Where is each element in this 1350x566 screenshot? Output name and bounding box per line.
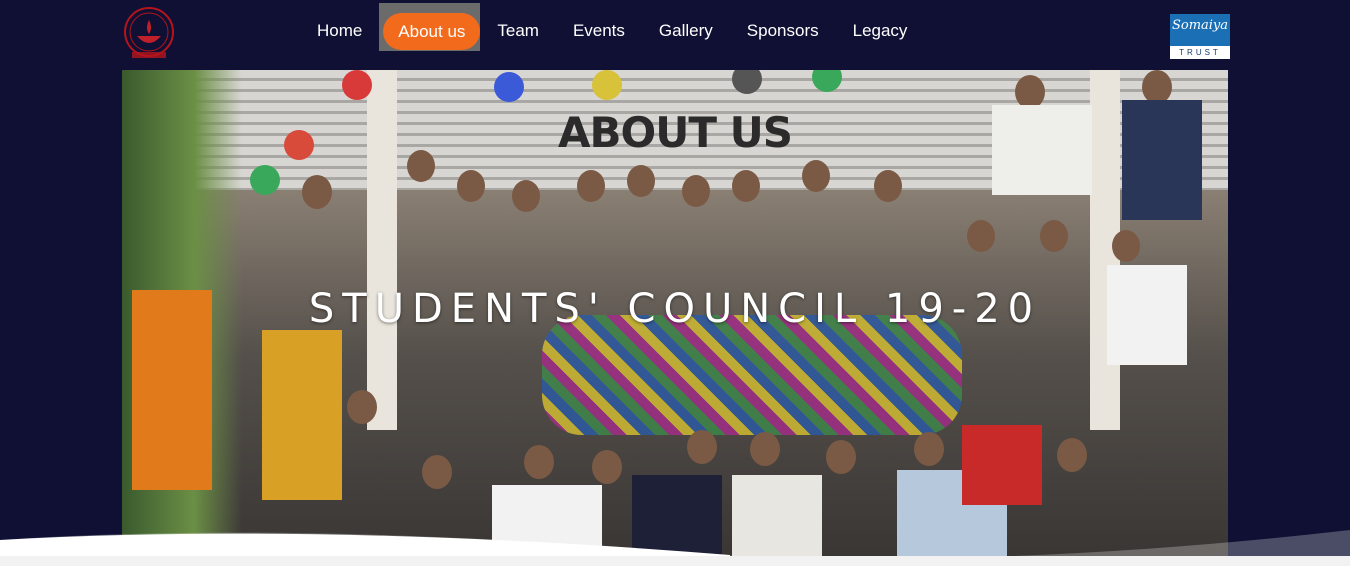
photo-person: [422, 455, 452, 489]
trust-logo-band: TRUST: [1170, 46, 1230, 59]
photo-person: [874, 170, 902, 202]
nav-about-us[interactable]: About us: [379, 3, 481, 51]
college-logo-icon[interactable]: [118, 6, 180, 64]
page-title: ABOUT US: [558, 108, 793, 157]
nav-legacy[interactable]: Legacy: [836, 3, 925, 51]
photo-mosaic-letters: [542, 315, 962, 435]
nav-about-us-label: About us: [383, 13, 481, 50]
nav-events[interactable]: Events: [556, 3, 642, 51]
photo-person: [750, 432, 780, 466]
photo-person: [577, 170, 605, 202]
trust-logo-script: Somaiya: [1171, 18, 1229, 33]
bottom-wave-divider: [0, 530, 1350, 566]
photo-person: [1142, 70, 1172, 104]
photo-person: [1040, 220, 1068, 252]
photo-person: [732, 170, 760, 202]
photo-person: [1015, 75, 1045, 109]
photo-person: [524, 445, 554, 479]
nav-sponsors[interactable]: Sponsors: [730, 3, 836, 51]
photo-person: [347, 390, 377, 424]
photo-person: [627, 165, 655, 197]
nav-team[interactable]: Team: [480, 3, 556, 51]
photo-person: [457, 170, 485, 202]
photo-person: [682, 175, 710, 207]
photo-lantern: [342, 70, 372, 100]
main-nav: Home About us Team Events Gallery Sponso…: [300, 3, 924, 51]
photo-lantern: [592, 70, 622, 100]
photo-lantern: [494, 72, 524, 102]
photo-person: [914, 432, 944, 466]
photo-person: [687, 430, 717, 464]
photo-shirt: [962, 425, 1042, 505]
photo-lantern: [250, 165, 280, 195]
somaiya-trust-logo[interactable]: Somaiya TRUST: [1170, 14, 1230, 59]
hero-subtitle: STUDENTS' COUNCIL 19-20: [308, 286, 1042, 332]
photo-person: [802, 160, 830, 192]
photo-person: [592, 450, 622, 484]
photo-saree: [262, 330, 342, 500]
photo-person: [302, 175, 332, 209]
nav-gallery[interactable]: Gallery: [642, 3, 730, 51]
photo-person: [1057, 438, 1087, 472]
photo-person: [826, 440, 856, 474]
photo-person: [1112, 230, 1140, 262]
top-navbar: Home About us Team Events Gallery Sponso…: [0, 0, 1350, 70]
photo-person: [512, 180, 540, 212]
photo-person: [967, 220, 995, 252]
nav-home[interactable]: Home: [300, 3, 379, 51]
